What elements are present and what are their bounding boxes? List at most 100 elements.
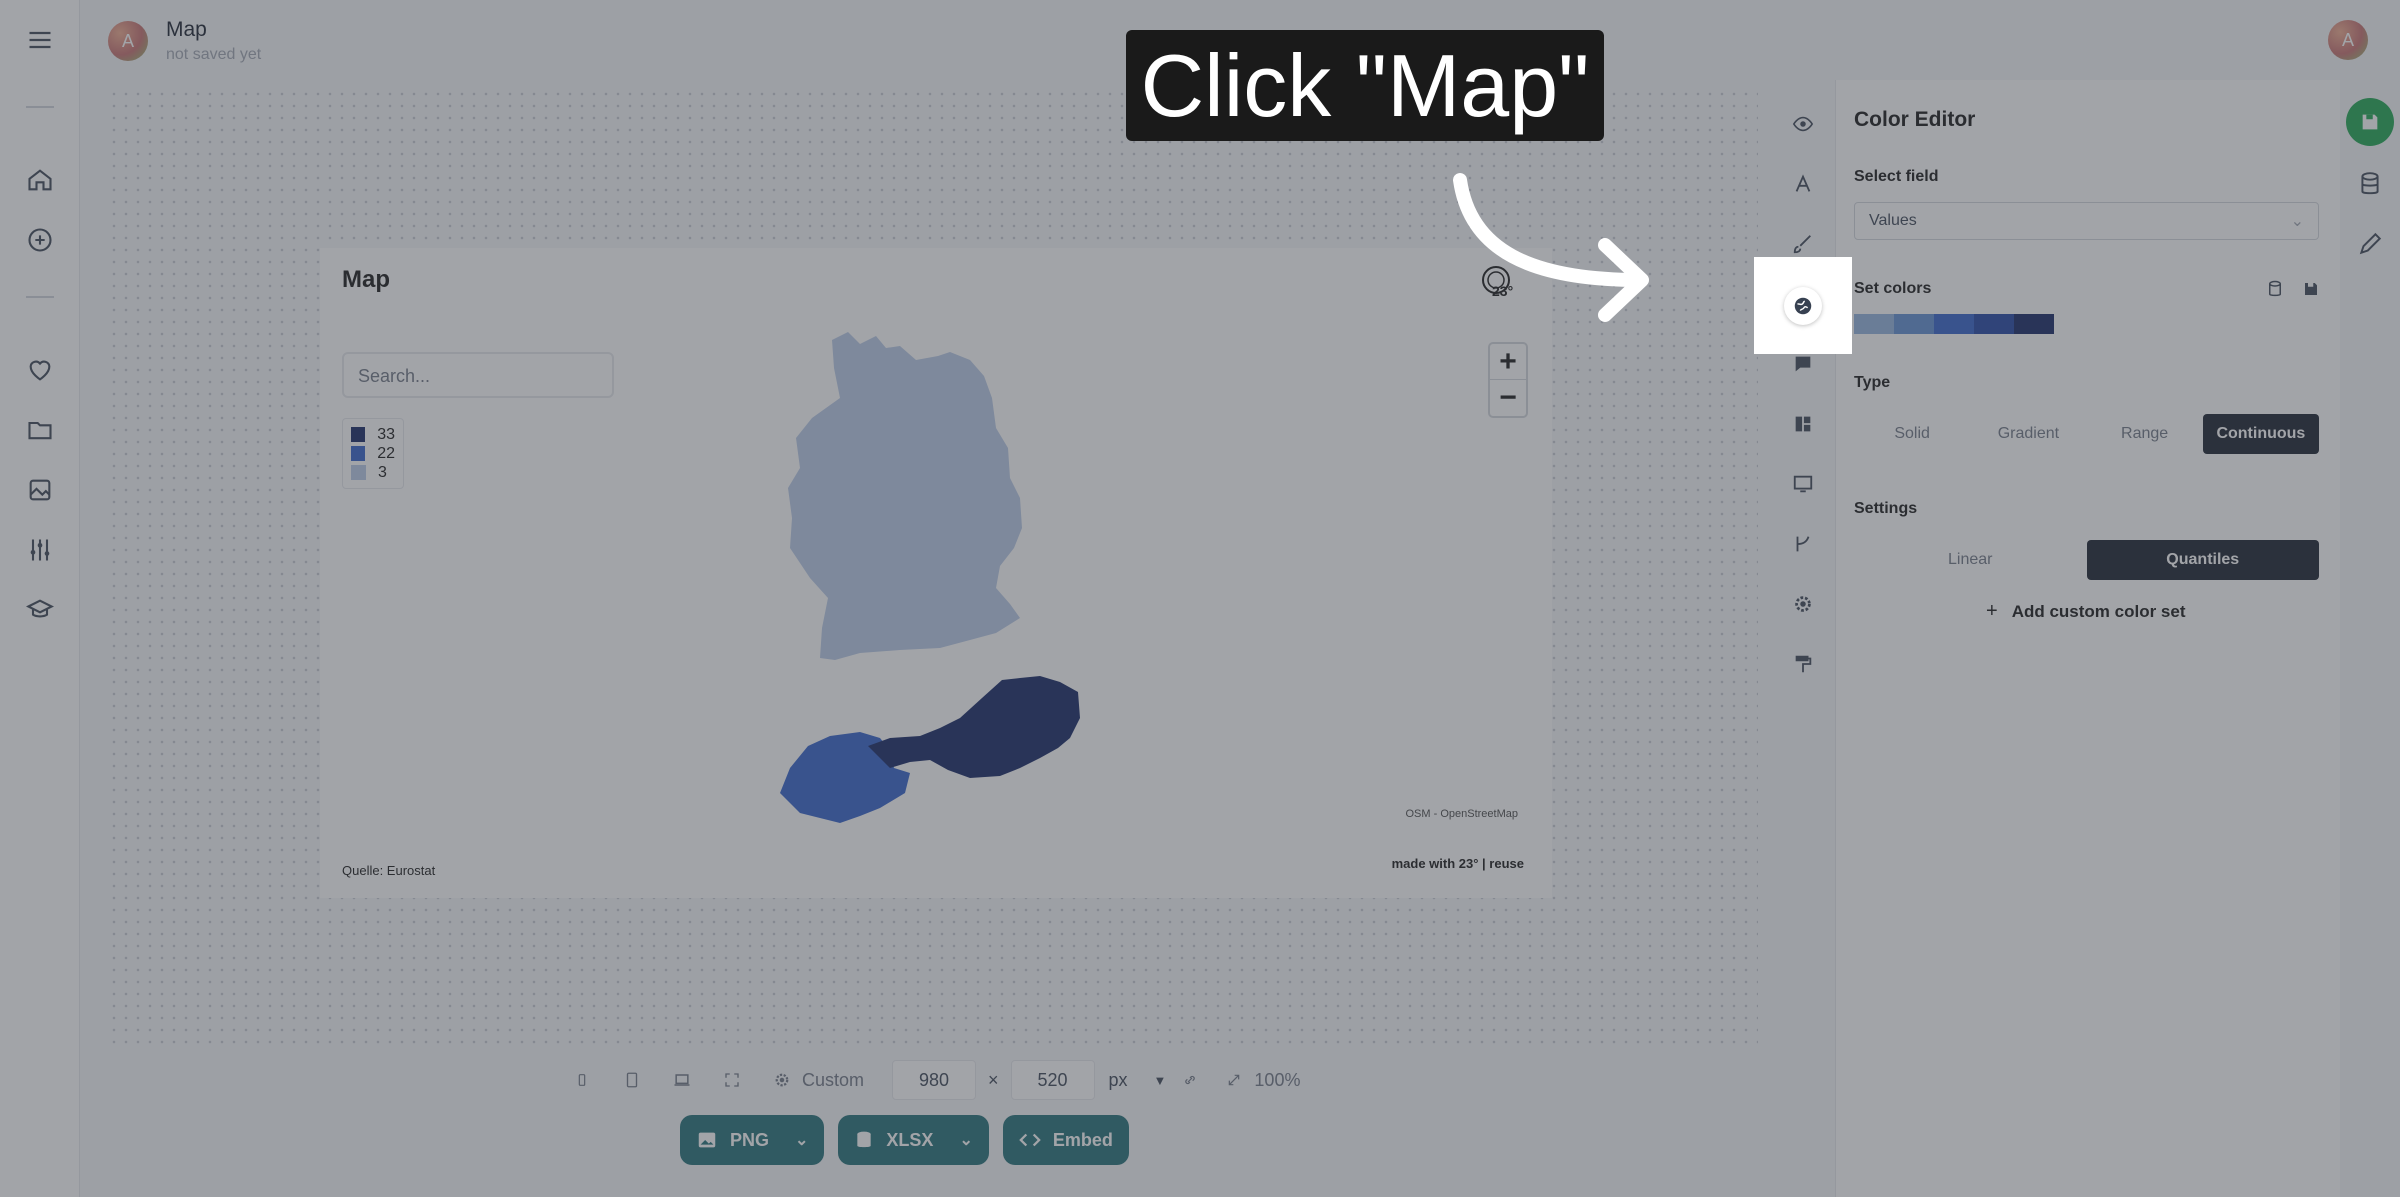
avatar[interactable]: A (108, 21, 148, 61)
chevron-down-icon: ⌄ (2290, 213, 2304, 230)
graduation-cap-icon[interactable] (20, 590, 60, 630)
type-option-solid[interactable]: Solid (1854, 414, 1970, 454)
globe-icon[interactable] (1784, 287, 1822, 325)
times-sign: × (988, 1069, 999, 1090)
type-selector: Solid Gradient Range Continuous (1854, 414, 2319, 454)
size-preset[interactable]: Custom (802, 1070, 864, 1091)
pencil-icon[interactable] (2352, 226, 2388, 262)
legend-swatch (351, 446, 366, 461)
ramp-swatch[interactable] (2014, 314, 2054, 334)
save-icon (2362, 114, 2378, 130)
select-field-label: Select field (1854, 168, 1939, 185)
size-toolbar: Custom 980 × 520 px ▼ 100% (570, 1060, 1300, 1100)
ramp-swatch[interactable] (1974, 314, 2014, 334)
document-title[interactable]: Map (166, 18, 261, 42)
select-field-value: Values (1869, 212, 1917, 229)
width-input[interactable]: 980 (892, 1060, 977, 1100)
legend-item: 33 (351, 425, 395, 444)
document-status: not saved yet (166, 46, 262, 63)
settings-option-quantiles[interactable]: Quantiles (2086, 540, 2319, 580)
map-svg (780, 332, 1080, 823)
database-icon[interactable] (2266, 280, 2284, 298)
settings-label: Settings (1854, 500, 1918, 517)
left-rail (0, 0, 80, 1197)
save-icon[interactable] (2302, 280, 2320, 298)
height-input[interactable]: 520 (1010, 1060, 1095, 1100)
made-with-link[interactable]: made with 23° | reuse (1392, 856, 1524, 871)
legend-swatch (351, 465, 366, 480)
export-png-label: PNG (730, 1129, 770, 1150)
type-label: Type (1854, 374, 1891, 391)
rail-divider (26, 296, 54, 298)
user-avatar[interactable]: A (2328, 20, 2368, 60)
select-field-dropdown[interactable]: Values ⌄ (1854, 202, 2319, 240)
ramp-swatch[interactable] (1894, 314, 1934, 334)
color-ramp[interactable] (1854, 314, 2054, 334)
chevron-down-icon[interactable]: ⌄ (795, 1130, 808, 1150)
ramp-swatch[interactable] (1854, 314, 1894, 334)
zoom-level: 100% (1254, 1069, 1301, 1090)
legend-label: 3 (378, 463, 387, 481)
map-title: Map (342, 266, 390, 293)
unit-label: px (1108, 1069, 1128, 1090)
type-option-gradient[interactable]: Gradient (1970, 414, 2086, 454)
database-icon[interactable] (2352, 166, 2388, 202)
panel-title: Color Editor (1854, 108, 1976, 131)
image-icon[interactable] (20, 470, 60, 510)
laptop-icon[interactable] (670, 1068, 694, 1092)
tablet-icon[interactable] (620, 1068, 644, 1092)
set-colors-actions (2266, 280, 2320, 298)
screen-icon[interactable] (1775, 464, 1831, 504)
settings-option-linear[interactable]: Linear (1854, 540, 2087, 580)
menu-icon[interactable] (20, 20, 60, 60)
map-legend: 33 22 3 (342, 418, 404, 489)
zoom-in-button[interactable]: + (1490, 344, 1526, 380)
branch-icon[interactable] (1775, 524, 1831, 564)
ramp-swatch[interactable] (1934, 314, 1974, 334)
folder-icon[interactable] (20, 410, 60, 450)
embed-button[interactable]: Embed (1002, 1115, 1129, 1165)
paint-roller-icon[interactable] (1775, 644, 1831, 684)
zoom-out-button[interactable]: − (1490, 380, 1526, 416)
text-icon[interactable] (1775, 164, 1831, 204)
gear-icon[interactable] (1775, 584, 1831, 624)
link-icon[interactable] (1178, 1068, 1202, 1092)
plus-icon: + (1986, 600, 1998, 622)
type-option-continuous[interactable]: Continuous (2202, 414, 2319, 454)
fullscreen-icon[interactable] (720, 1068, 744, 1092)
legend-swatch (351, 427, 366, 442)
export-png-button[interactable]: PNG ⌄ (680, 1115, 825, 1165)
code-icon (1019, 1133, 1041, 1147)
color-editor-panel: Color Editor Select field Values ⌄ Set c… (1835, 80, 2340, 1197)
heart-icon[interactable] (20, 350, 60, 390)
region-austria (868, 676, 1080, 778)
layout-icon[interactable] (1775, 404, 1831, 444)
sliders-icon[interactable] (20, 530, 60, 570)
phone-icon[interactable] (570, 1068, 594, 1092)
map-search-input[interactable]: Search... (342, 352, 614, 398)
legend-item: 3 (351, 463, 395, 482)
add-circle-icon[interactable] (20, 220, 60, 260)
legend-label: 22 (377, 444, 395, 462)
save-button[interactable] (2346, 98, 2394, 146)
export-bar: PNG ⌄ XLSX ⌄ Embed (680, 1115, 1129, 1165)
resize-icon[interactable] (1222, 1068, 1246, 1092)
region-germany (788, 332, 1022, 660)
highlight-map-tab[interactable] (1754, 257, 1852, 354)
osm-attribution[interactable]: OSM - OpenStreetMap (1406, 808, 1519, 820)
document-header: A Map not saved yet (108, 18, 261, 64)
eye-icon[interactable] (1775, 104, 1831, 144)
unit-dropdown-icon[interactable]: ▼ (1154, 1073, 1167, 1088)
add-custom-color-set-button[interactable]: + Add custom color set (1986, 600, 2186, 623)
arrow-icon (1453, 173, 1649, 322)
home-icon[interactable] (20, 160, 60, 200)
export-xlsx-button[interactable]: XLSX ⌄ (838, 1115, 989, 1165)
map-card: Map 23° Search... 33 22 3 + − OSM - Open… (320, 248, 1552, 898)
set-colors-label: Set colors (1854, 280, 1932, 297)
chevron-down-icon[interactable]: ⌄ (959, 1130, 972, 1150)
type-option-range[interactable]: Range (2087, 414, 2203, 454)
rail-divider (26, 106, 54, 108)
gear-icon (770, 1068, 794, 1092)
database-icon (857, 1131, 872, 1148)
settings-selector: Linear Quantiles (1854, 540, 2319, 580)
